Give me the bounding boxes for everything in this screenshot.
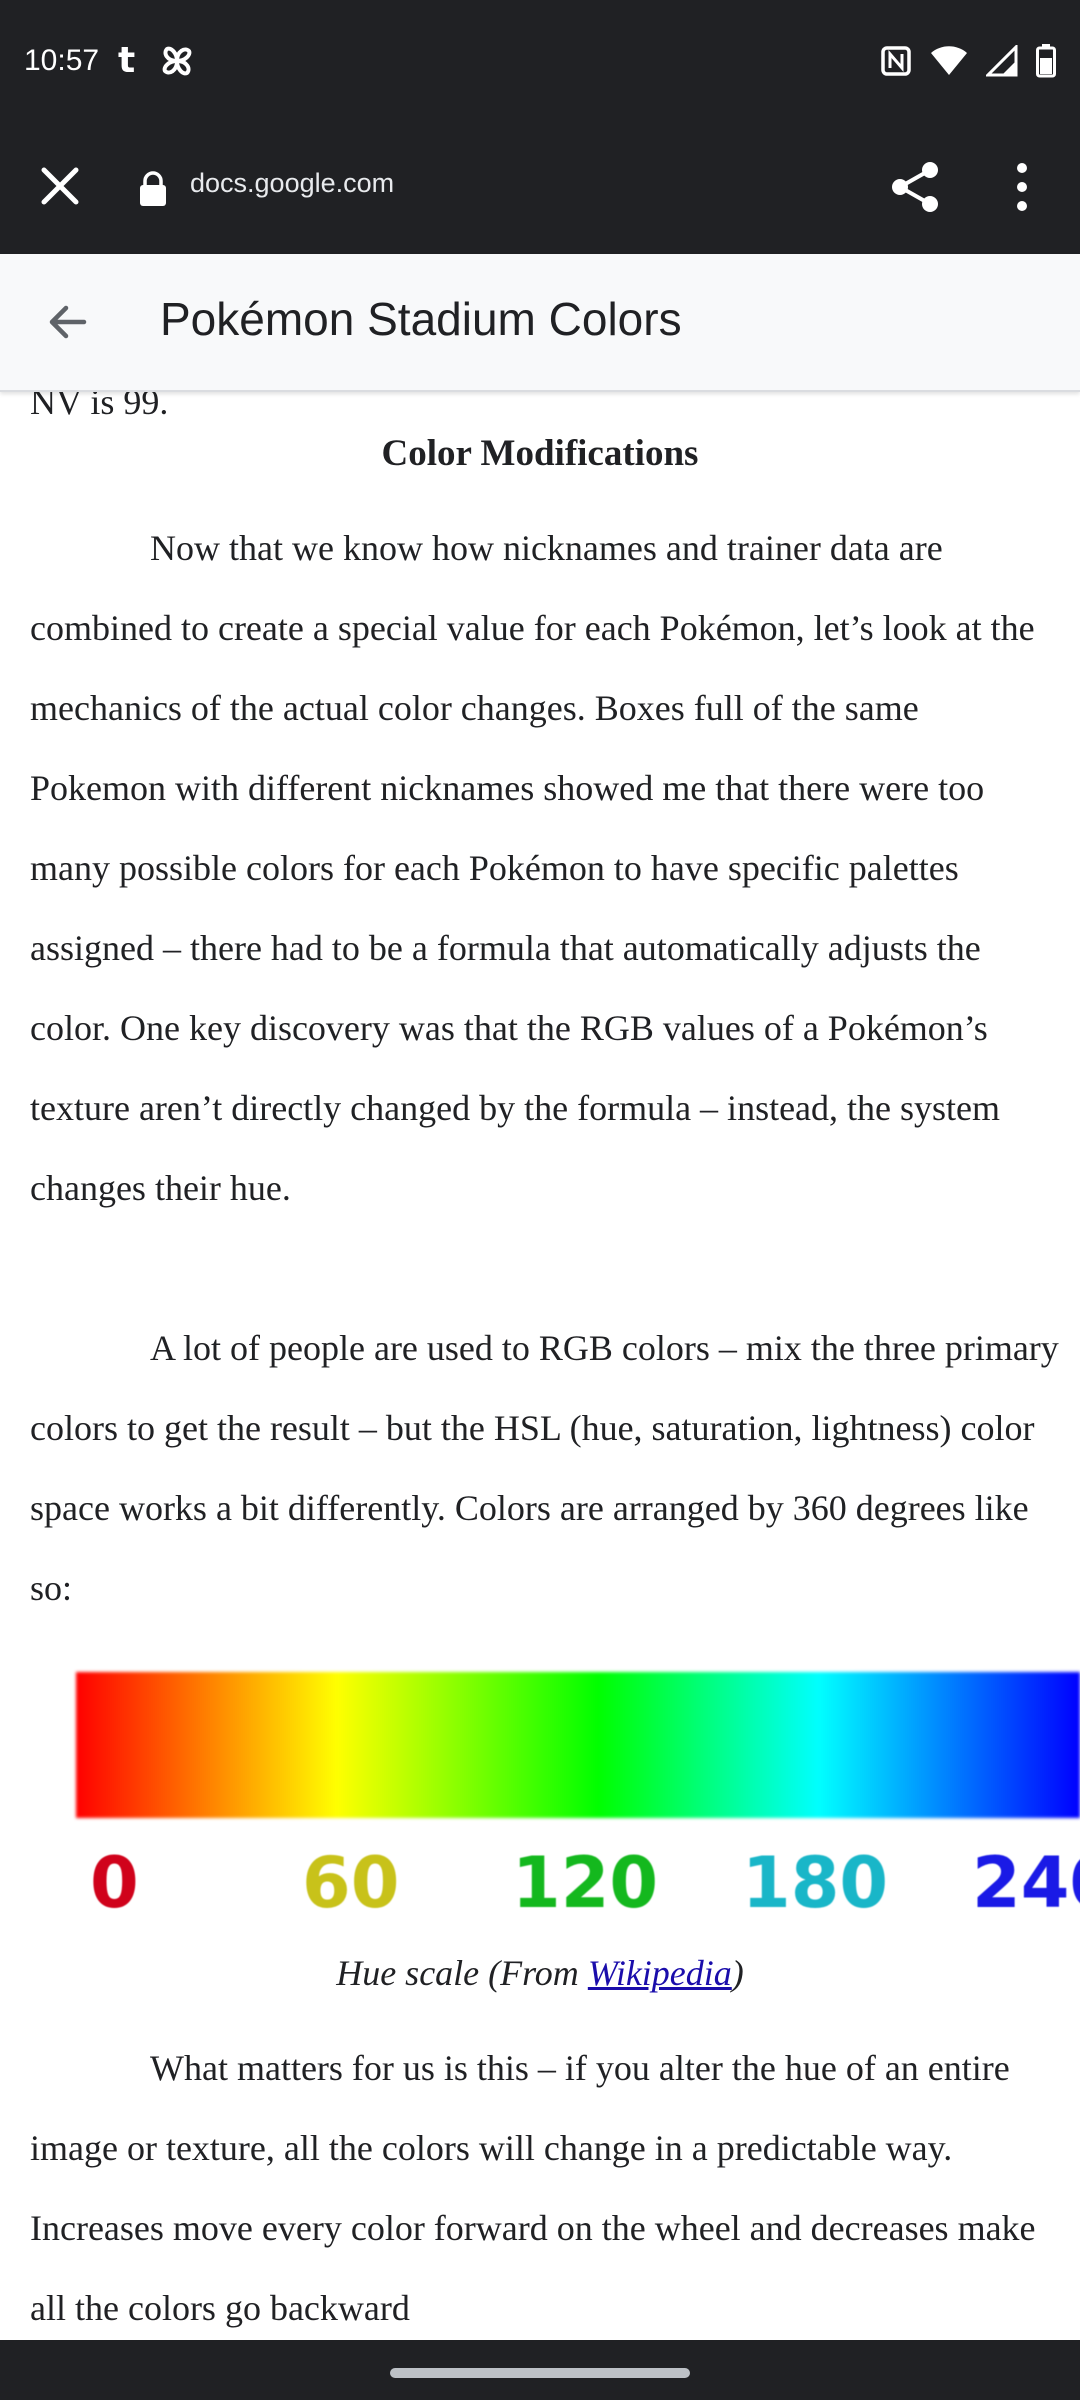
caption-suffix: ) [731, 1953, 744, 1993]
paragraph-text: Now that we know how nicknames and train… [30, 528, 1035, 1208]
system-nav-bar [0, 2340, 1080, 2400]
hue-tick-label: 120 [512, 1842, 659, 1924]
image-caption: Hue scale (From Wikipedia) [0, 1952, 1080, 1994]
paragraph-text: A lot of people are used to RGB colors –… [30, 1328, 1059, 1608]
nfc-icon [881, 46, 911, 76]
share-icon[interactable] [888, 160, 942, 214]
url-text[interactable]: docs.google.com [190, 168, 394, 199]
wifi-icon [931, 46, 967, 75]
hue-gradient-bar [76, 1672, 1080, 1818]
document-body: NV is 99. Color Modifications Now that w… [0, 390, 1080, 2340]
status-notification-icons: t [118, 40, 197, 81]
status-system-icons [880, 44, 1056, 78]
wikipedia-link[interactable]: Wikipedia [588, 1953, 732, 1993]
more-vert-icon[interactable] [1010, 160, 1034, 214]
caption-prefix: Hue scale (From [336, 1953, 588, 1993]
section-heading: Color Modifications [381, 433, 699, 474]
hue-tick-label: 240 [972, 1842, 1080, 1924]
home-gesture-handle[interactable] [390, 2368, 690, 2378]
hue-scale-image: 0 60 120 180 240 [76, 1672, 1080, 1942]
doc-title: Pokémon Stadium Colors [160, 293, 682, 345]
browser-toolbar: docs.google.com [0, 128, 1080, 254]
paragraph: What matters for us is this – if you alt… [30, 2028, 1060, 2340]
lock-icon [140, 171, 166, 206]
close-icon[interactable] [36, 162, 84, 210]
status-time: 10:57 [24, 44, 100, 77]
signal-icon [986, 45, 1018, 77]
hue-tick-label: 180 [742, 1842, 889, 1924]
paragraph: A lot of people are used to RGB colors –… [30, 1308, 1060, 1628]
paragraph: Now that we know how nicknames and train… [30, 508, 1060, 1228]
battery-icon [1036, 44, 1056, 78]
status-bar: 10:57 t [0, 0, 1080, 128]
hue-tick-label: 0 [90, 1842, 139, 1924]
doc-header: Pokémon Stadium Colors [0, 254, 1080, 392]
paragraph-text: What matters for us is this – if you alt… [30, 2048, 1036, 2328]
back-arrow-icon[interactable] [44, 298, 92, 346]
pinwheel-icon [162, 46, 192, 75]
tumblr-icon: t [118, 40, 136, 81]
hue-tick-label: 60 [302, 1842, 400, 1924]
